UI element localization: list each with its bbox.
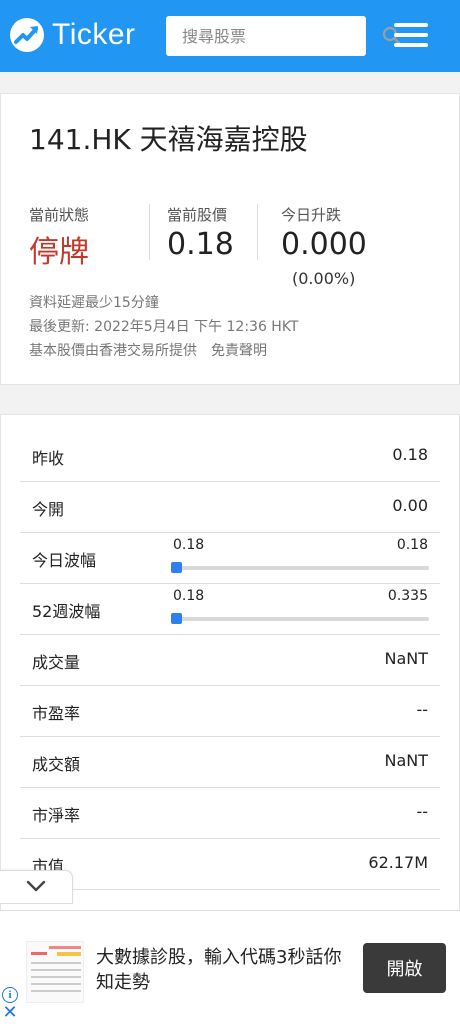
thumb-line — [31, 976, 81, 978]
thumb-line — [31, 962, 81, 964]
stat-value: NaNT — [384, 649, 428, 668]
range-min: 0.18 — [173, 537, 205, 553]
stat-row-market-cap: 市值 62.17M — [20, 839, 440, 890]
price-label: 當前股價 — [167, 206, 228, 224]
stat-value: NaNT — [384, 751, 428, 770]
range-thumb — [171, 613, 182, 624]
ad-open-button[interactable]: 開啟 — [363, 943, 446, 993]
menu-bar — [394, 43, 428, 47]
thumb-line — [31, 990, 81, 992]
search-box[interactable] — [166, 16, 402, 56]
search-input[interactable] — [166, 16, 382, 56]
info-icon[interactable]: i — [2, 987, 18, 1003]
stat-label: 今日波幅 — [32, 551, 97, 570]
price-metric: 當前股價 0.18 — [167, 204, 234, 262]
trend-up-icon — [10, 18, 44, 52]
stat-row-pe: 市盈率 -- — [20, 686, 440, 737]
thumb-line — [31, 952, 47, 955]
source-note: 基本股價由香港交易所提供 免責聲明 — [29, 340, 267, 360]
thumb-line — [49, 946, 81, 949]
stat-row-open: 今開 0.00 — [20, 482, 440, 533]
close-icon[interactable]: ✕ — [2, 1004, 18, 1022]
range-thumb — [171, 562, 182, 573]
divider — [149, 204, 150, 260]
stat-row-turnover: 成交額 NaNT — [20, 737, 440, 788]
logo-text: Ticker — [52, 18, 136, 51]
top-bar: Ticker — [0, 0, 460, 72]
logo[interactable]: Ticker — [10, 18, 136, 52]
change-metric: 今日升跌 0.000 — [281, 204, 367, 262]
thumb-line — [57, 952, 81, 956]
menu-bar — [394, 33, 428, 37]
stat-label: 市盈率 — [32, 704, 81, 723]
stat-label: 昨收 — [32, 449, 65, 468]
range-max: 0.335 — [387, 588, 428, 604]
quote-card: 141.HK 天禧海嘉控股 當前狀態 停牌 當前股價 0.18 今日升跌 0.0… — [0, 93, 460, 385]
last-update: 最後更新: 2022年5月4日 下午 12:36 HKT — [29, 319, 299, 335]
price-value: 0.18 — [167, 227, 234, 262]
range-min: 0.18 — [173, 588, 205, 604]
ad-banner[interactable]: 大數據診股，輸入代碼3秒話你知走勢 開啟 i ✕ — [0, 910, 460, 1024]
hamburger-menu-icon[interactable] — [394, 20, 428, 50]
stat-value: 0.18 — [392, 445, 428, 464]
ad-thumbnail — [26, 941, 84, 1003]
stat-row-prev-close: 昨收 0.18 — [20, 431, 440, 482]
stat-row-pb: 市淨率 -- — [20, 788, 440, 839]
delay-note: 資料延遲最少15分鐘 — [29, 295, 159, 311]
change-label: 今日升跌 — [281, 206, 342, 224]
stock-title: 141.HK 天禧海嘉控股 — [29, 123, 308, 156]
stat-value: 62.17M — [368, 853, 428, 872]
divider — [257, 204, 258, 260]
range-max: 0.18 — [396, 537, 428, 553]
stat-label: 今開 — [32, 500, 65, 519]
chevron-down-icon — [25, 878, 47, 897]
stat-label: 52週波幅 — [32, 602, 101, 621]
status-value: 停牌 — [29, 235, 89, 270]
stat-value: -- — [416, 802, 428, 821]
stat-label: 成交量 — [32, 653, 81, 672]
change-value: 0.000 — [281, 227, 367, 262]
range-track — [171, 562, 429, 573]
stat-row-52wk-range: 52週波幅 0.18 0.335 — [20, 584, 440, 635]
status-label: 當前狀態 — [29, 206, 90, 224]
stat-label: 市淨率 — [32, 806, 81, 825]
stat-row-day-range: 今日波幅 0.18 0.18 — [20, 533, 440, 584]
source-text: 基本股價由香港交易所提供 — [29, 343, 197, 359]
stats-card: 昨收 0.18 今開 0.00 今日波幅 0.18 0.18 52週波幅 0.1… — [0, 414, 460, 934]
stat-value: -- — [416, 700, 428, 719]
stat-row-volume: 成交量 NaNT — [20, 635, 440, 686]
collapse-ad-button[interactable] — [0, 870, 73, 904]
menu-bar — [394, 23, 428, 27]
disclaimer-link[interactable]: 免責聲明 — [211, 343, 267, 359]
range-track — [171, 613, 429, 624]
status-metric: 當前狀態 停牌 — [29, 204, 89, 271]
ad-text: 大數據診股，輸入代碼3秒話你知走勢 — [96, 947, 342, 993]
change-percent: (0.00%) — [292, 269, 356, 288]
thumb-line — [31, 969, 81, 971]
stat-label: 成交額 — [32, 755, 81, 774]
stat-value: 0.00 — [392, 496, 428, 515]
thumb-line — [31, 983, 81, 985]
